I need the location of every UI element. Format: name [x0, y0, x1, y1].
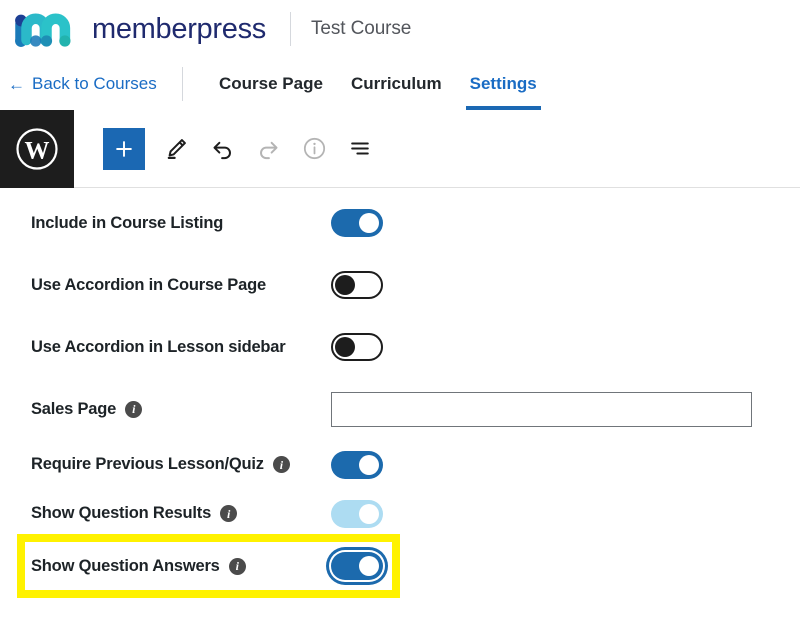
- toggle-show-question-results[interactable]: [331, 499, 383, 528]
- setting-control: [331, 209, 383, 237]
- sales-page-input[interactable]: [331, 391, 752, 427]
- back-to-courses-label: Back to Courses: [32, 74, 157, 93]
- editor-toolbar: W: [0, 109, 800, 188]
- tab-course-page[interactable]: Course Page: [205, 58, 337, 110]
- brand-name: memberpress: [92, 12, 266, 45]
- memberpress-m-logo-icon: [10, 8, 76, 50]
- course-navbar: ← Back to Courses Course Page Curriculum…: [0, 58, 800, 110]
- setting-row-use-accordion-lesson-sidebar: Use Accordion in Lesson sidebar: [0, 316, 800, 378]
- setting-label-text: Use Accordion in Lesson sidebar: [31, 337, 286, 356]
- back-to-courses-link[interactable]: ← Back to Courses: [0, 58, 182, 110]
- info-icon[interactable]: i: [228, 557, 246, 575]
- tab-curriculum[interactable]: Curriculum: [337, 58, 456, 110]
- setting-row-sales-page: Sales Page i: [0, 378, 800, 440]
- setting-label-text: Sales Page: [31, 399, 117, 418]
- setting-label: Sales Page i: [0, 399, 143, 419]
- info-icon[interactable]: i: [272, 456, 290, 473]
- toggle-use-accordion-lesson-sidebar[interactable]: [331, 333, 383, 361]
- setting-label: Use Accordion in Lesson sidebar: [0, 338, 286, 357]
- tab-settings[interactable]: Settings: [456, 58, 551, 110]
- toggle-use-accordion-course-page[interactable]: [331, 271, 383, 299]
- setting-label-text: Show Question Results: [31, 504, 212, 522]
- setting-control: [331, 391, 752, 427]
- setting-row-show-question-answers: Show Question Answers i: [0, 538, 800, 594]
- info-circle-icon: [291, 128, 337, 170]
- setting-label: Include in Course Listing: [0, 214, 223, 233]
- setting-row-use-accordion-course-page: Use Accordion in Course Page: [0, 254, 800, 316]
- wordpress-logo-icon[interactable]: W: [0, 109, 74, 188]
- toggle-include-in-course-listing[interactable]: [331, 209, 383, 237]
- redo-arrow-icon: [245, 128, 291, 170]
- setting-row-include-in-course-listing: Include in Course Listing: [0, 192, 800, 254]
- toggle-knob: [359, 213, 379, 233]
- course-settings-panel: Include in Course Listing Use Accordion …: [0, 188, 800, 598]
- svg-text:W: W: [25, 137, 50, 164]
- header-divider: [289, 12, 291, 46]
- toggle-require-previous-lesson-quiz[interactable]: [331, 450, 383, 479]
- undo-arrow-icon[interactable]: [199, 128, 245, 170]
- toggle-show-question-answers[interactable]: [331, 552, 383, 580]
- setting-control: [331, 552, 383, 580]
- setting-control: [331, 333, 383, 361]
- back-arrow-icon: ←: [8, 74, 25, 94]
- setting-label: Use Accordion in Course Page: [0, 276, 266, 295]
- info-icon[interactable]: i: [220, 505, 238, 522]
- setting-label: Require Previous Lesson/Quiz i: [0, 455, 290, 474]
- setting-label-text: Use Accordion in Course Page: [31, 275, 266, 294]
- setting-label: Show Question Results i: [0, 504, 238, 523]
- pencil-edit-icon[interactable]: [153, 128, 199, 170]
- toggle-knob: [359, 503, 379, 524]
- setting-label-text: Include in Course Listing: [31, 213, 224, 232]
- setting-row-require-previous-lesson-quiz: Require Previous Lesson/Quiz i: [0, 440, 800, 489]
- nav-divider: [182, 67, 183, 101]
- list-view-icon[interactable]: [337, 128, 383, 170]
- toggle-knob: [335, 275, 355, 295]
- tab-list: Course Page Curriculum Settings: [205, 58, 551, 110]
- toggle-knob: [335, 337, 355, 357]
- setting-row-show-question-results: Show Question Results i: [0, 489, 800, 538]
- app-header: memberpress Test Course: [0, 0, 800, 58]
- setting-label: Show Question Answers i: [0, 557, 246, 576]
- setting-label-text: Require Previous Lesson/Quiz: [31, 455, 264, 473]
- toggle-knob: [359, 556, 379, 576]
- setting-control: [331, 450, 383, 479]
- add-block-button[interactable]: [103, 127, 145, 170]
- setting-label-text: Show Question Answers: [31, 556, 220, 575]
- setting-control: [331, 271, 383, 299]
- course-title: Test Course: [310, 18, 412, 39]
- setting-control: [331, 499, 383, 528]
- info-icon[interactable]: i: [125, 400, 143, 418]
- toggle-knob: [359, 454, 379, 475]
